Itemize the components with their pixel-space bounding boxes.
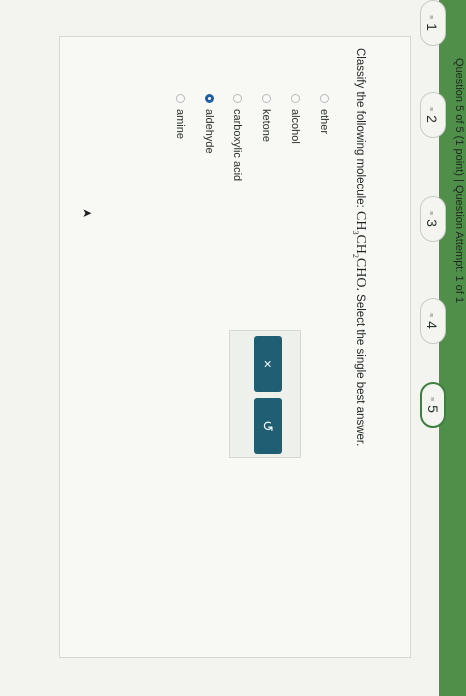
option-carboxylic-acid[interactable]: carboxylic acid xyxy=(229,94,243,181)
list-icon: ≡ xyxy=(427,211,434,216)
list-icon: ≡ xyxy=(428,397,435,402)
radio-button[interactable] xyxy=(262,94,271,103)
list-icon: ≡ xyxy=(427,15,434,20)
radio-button[interactable] xyxy=(233,94,242,103)
option-label: carboxylic acid xyxy=(231,109,243,182)
option-label: amine xyxy=(174,109,186,139)
question-number: 4 xyxy=(424,321,440,329)
option-label: ether xyxy=(318,109,330,135)
question-number: 2 xyxy=(424,115,440,123)
molecule-formula: CH3CH2CHO. xyxy=(351,211,368,291)
clear-button[interactable]: × xyxy=(254,336,282,392)
option-label: alcohol xyxy=(289,109,301,144)
answer-tools: × ↺ xyxy=(229,330,301,458)
option-alcohol[interactable]: alcohol xyxy=(287,94,301,144)
close-icon: × xyxy=(260,359,276,369)
radio-button[interactable] xyxy=(291,94,300,103)
question-number: 3 xyxy=(424,219,440,227)
list-icon: ≡ xyxy=(427,313,434,318)
question-prompt: Classify the following molecule: CH3CH2C… xyxy=(351,48,368,446)
option-aldehyde[interactable]: aldehyde xyxy=(201,94,215,154)
radio-button-selected[interactable] xyxy=(205,94,214,103)
option-ether[interactable]: ether xyxy=(316,94,330,134)
prompt-prefix: Classify the following molecule: xyxy=(354,48,366,208)
question-2-button[interactable]: ≡2 xyxy=(420,92,446,138)
screen: Question 5 of 5 (1 point) | Question Att… xyxy=(0,0,466,696)
formula-part: CH xyxy=(353,234,368,254)
list-icon: ≡ xyxy=(427,107,434,112)
radio-button[interactable] xyxy=(320,94,329,103)
question-4-button[interactable]: ≡4 xyxy=(420,298,446,344)
question-3-button[interactable]: ≡3 xyxy=(420,196,446,242)
formula-part: CHO. xyxy=(353,257,368,291)
question-nav: ≡1 ≡2 ≡3 ≡4 ≡5 xyxy=(406,0,466,696)
question-5-button[interactable]: ≡5 xyxy=(420,382,446,428)
option-ketone[interactable]: ketone xyxy=(258,94,272,142)
prompt-suffix: Select the single best answer. xyxy=(354,294,366,447)
undo-icon: ↺ xyxy=(260,420,276,432)
option-amine[interactable]: amine xyxy=(172,94,186,139)
question-number: 5 xyxy=(425,405,441,413)
undo-button[interactable]: ↺ xyxy=(254,398,282,454)
question-1-button[interactable]: ≡1 xyxy=(420,0,446,46)
option-label: ketone xyxy=(260,109,272,143)
option-label: aldehyde xyxy=(203,109,215,154)
radio-button[interactable] xyxy=(176,94,185,103)
mouse-cursor-icon: ➤ xyxy=(81,206,93,221)
question-number: 1 xyxy=(424,23,440,31)
formula-part: CH xyxy=(353,211,368,231)
